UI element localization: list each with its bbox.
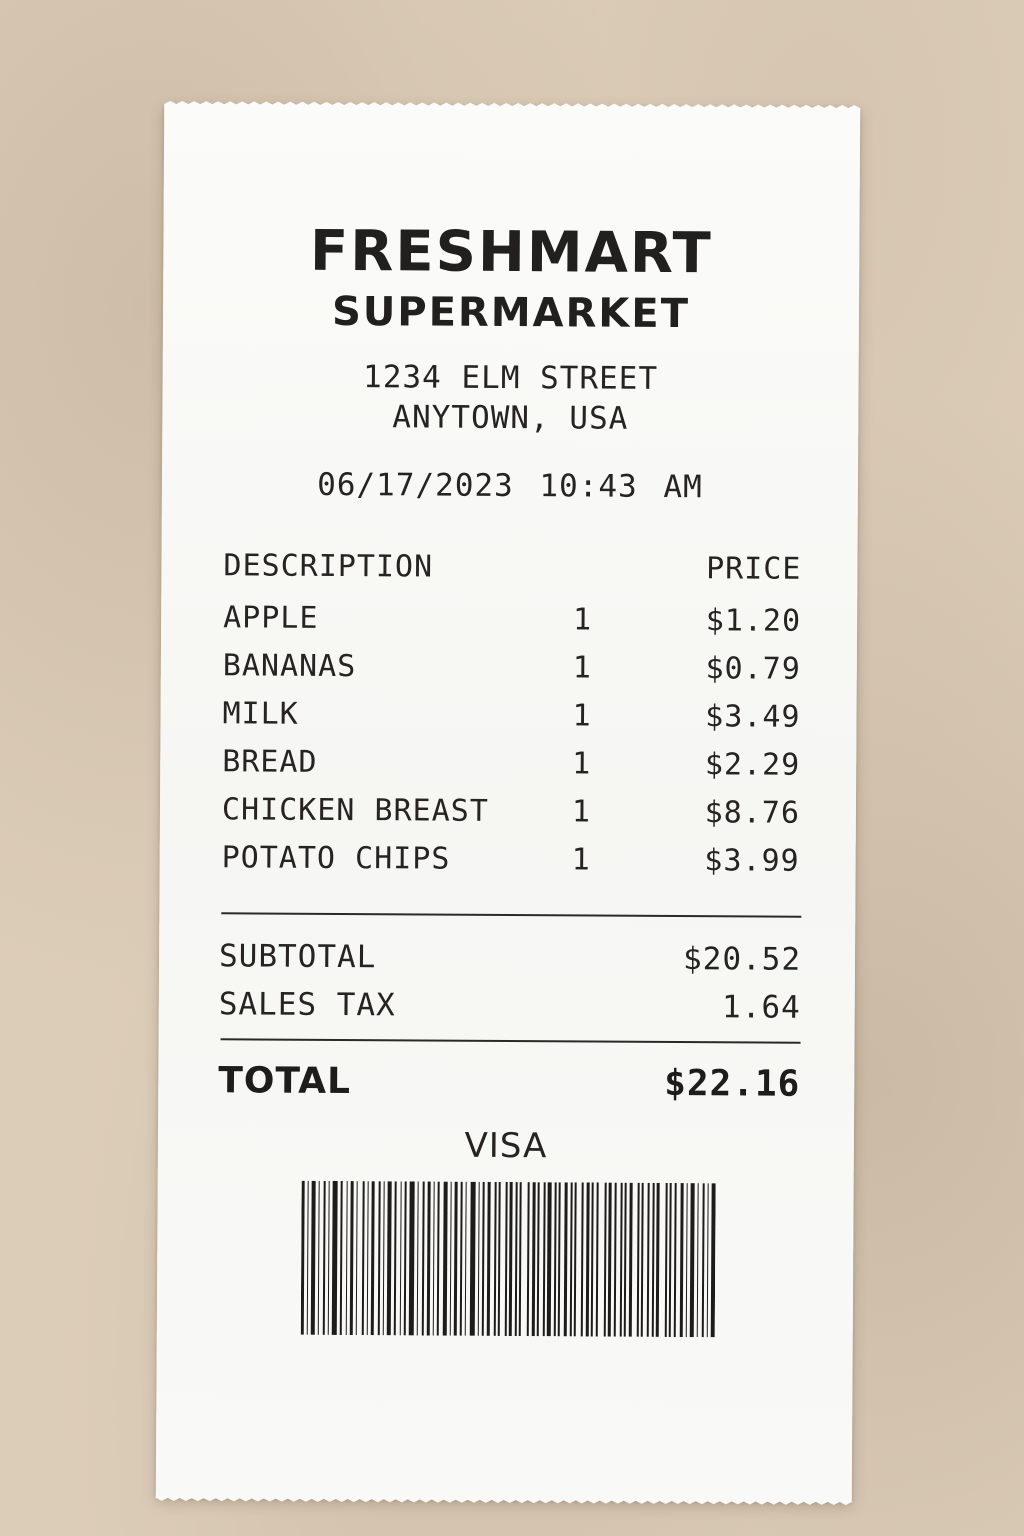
item-description: BREAD — [222, 744, 318, 780]
store-name-subtitle: SUPERMARKET — [331, 288, 691, 338]
item-description: CHICKEN BREAST — [221, 792, 489, 829]
item-quantity: 1 — [572, 698, 592, 734]
line-item: MILK 1 $3.49 — [160, 696, 856, 748]
receipt: FRESHMART SUPERMARKET 1234 ELM STREET AN… — [155, 100, 861, 1506]
column-header-description: DESCRIPTION — [223, 548, 434, 585]
item-description: MILK — [222, 696, 299, 732]
item-description: POTATO CHIPS — [221, 840, 451, 877]
line-item: APPLE 1 $1.20 — [161, 600, 857, 652]
line-item: BANANAS 1 $0.79 — [161, 648, 857, 700]
item-description: APPLE — [223, 600, 319, 636]
item-price: $3.99 — [704, 843, 800, 879]
barcode-icon — [300, 1180, 716, 1338]
column-header-price: PRICE — [706, 551, 802, 587]
store-name: FRESHMART — [309, 218, 713, 287]
divider-line — [220, 1038, 801, 1044]
item-quantity: 1 — [572, 650, 592, 686]
torn-edge-top — [164, 100, 861, 113]
item-price: $0.79 — [705, 651, 801, 687]
sales-tax-label: SALES TAX — [218, 986, 396, 1024]
item-quantity: 1 — [573, 602, 593, 638]
sales-tax-row: SALES TAX 1.64 — [159, 986, 855, 1026]
subtotal-label: SUBTOTAL — [218, 938, 377, 976]
line-item: CHICKEN BREAST 1 $8.76 — [160, 792, 856, 844]
subtotal-value: $20.52 — [682, 941, 802, 978]
item-quantity: 1 — [572, 746, 592, 782]
divider-line — [221, 912, 802, 918]
transaction-date: 06/17/2023 — [317, 466, 514, 505]
sales-tax-value: 1.64 — [721, 989, 801, 1026]
line-items: APPLE 1 $1.20 BANANAS 1 $0.79 MILK 1 $3.… — [159, 600, 857, 892]
item-quantity: 1 — [571, 794, 592, 830]
store-address-street: 1234 ELM STREET — [363, 359, 659, 397]
payment-method: VISA — [464, 1125, 548, 1167]
line-item: POTATO CHIPS 1 $3.99 — [159, 840, 855, 892]
transaction-datetime: 06/17/2023 10:43 AM — [162, 466, 858, 506]
item-price: $3.49 — [705, 699, 801, 735]
total-label: TOTAL — [218, 1060, 352, 1103]
subtotal-row: SUBTOTAL $20.52 — [159, 938, 855, 978]
line-item: BREAD 1 $2.29 — [160, 744, 856, 796]
store-address-city: ANYTOWN, USA — [392, 399, 629, 437]
item-price: $2.29 — [704, 747, 801, 783]
total-row: TOTAL $22.16 — [158, 1060, 854, 1105]
total-value: $22.16 — [664, 1062, 801, 1105]
item-price: $1.20 — [705, 603, 802, 639]
torn-edge-bottom — [155, 1493, 852, 1506]
item-quantity: 1 — [571, 842, 591, 878]
transaction-time: 10:43 AM — [539, 468, 703, 506]
item-price: $8.76 — [704, 795, 801, 831]
item-description: BANANAS — [222, 648, 357, 685]
